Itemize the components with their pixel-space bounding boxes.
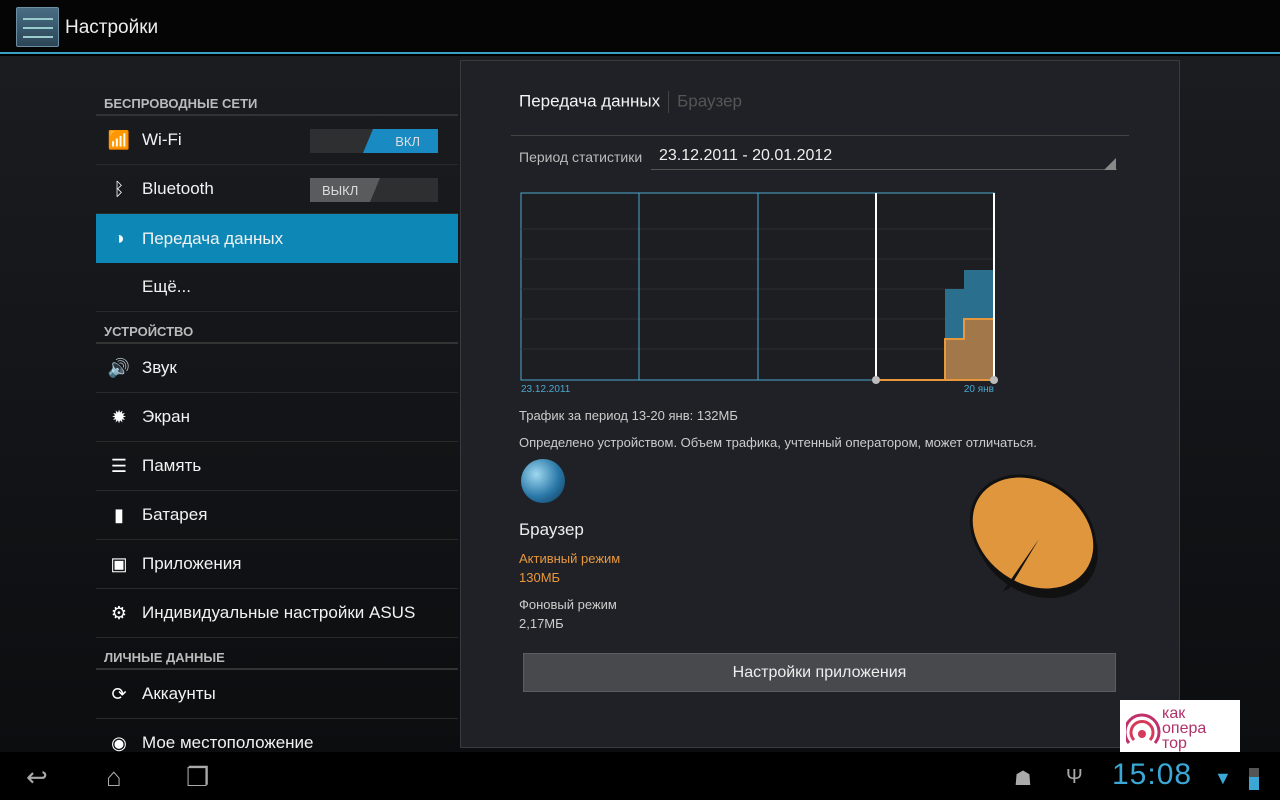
section-device: УСТРОЙСТВО [96, 312, 458, 344]
end-handle-knob [990, 376, 998, 384]
usage-note: Определено устройством. Объем трафика, у… [519, 435, 1037, 450]
clock[interactable]: 15:08 [1112, 758, 1192, 792]
watermark-logo: как опера тор [1120, 700, 1240, 760]
section-personal: ЛИЧНЫЕ ДАННЫЕ [96, 638, 458, 670]
period-select[interactable]: 23.12.2011 - 20.01.2012 [659, 147, 832, 165]
traffic-summary: Трафик за период 13-20 янв: 132МБ [519, 408, 738, 423]
section-wireless: БЕСПРОВОДНЫЕ СЕТИ [96, 84, 458, 116]
speaker-icon: 🔊 [107, 357, 131, 378]
sidebar-item-storage[interactable]: ☰ Память [96, 442, 458, 491]
storage-icon: ☰ [110, 455, 128, 476]
brightness-icon: ✹ [111, 406, 127, 427]
sidebar-item-wifi[interactable]: 📶 Wi-Fi ВКЛ [96, 116, 458, 165]
label: Индивидуальные настройки ASUS [142, 603, 416, 622]
foreground-value: 130МБ [519, 570, 561, 585]
app-settings-button[interactable]: Настройки приложения [523, 653, 1116, 692]
label: Приложения [142, 554, 242, 573]
sidebar-item-apps[interactable]: ▣ Приложения [96, 540, 458, 589]
label: Батарея [142, 505, 208, 524]
background-value: 2,17МБ [519, 616, 564, 631]
battery-icon: ▮ [114, 504, 124, 525]
tab-data-usage[interactable]: Передача данных [519, 91, 660, 110]
android-debug-icon[interactable]: ☗ [1014, 766, 1032, 791]
settings-sliders-icon[interactable] [16, 7, 59, 47]
foreground-label: Активный режим [519, 551, 621, 566]
wifi-icon: 📶 [107, 129, 131, 150]
label: Экран [142, 407, 190, 426]
label: Память [142, 456, 202, 475]
data-usage-panel: Передача данных Браузер Период статистики… [460, 60, 1180, 748]
chart-end-label: 20 янв [964, 384, 994, 395]
label: Аккаунты [142, 684, 216, 703]
recent-apps-icon[interactable]: ❐ [186, 762, 209, 793]
background-label: Фоновый режим [519, 597, 617, 612]
label: Bluetooth [142, 179, 214, 198]
label: Передача данных [142, 228, 284, 248]
app-title: Настройки [65, 17, 159, 38]
bluetooth-icon: ᛒ [113, 178, 125, 199]
sidebar-item-battery[interactable]: ▮ Батарея [96, 491, 458, 540]
sidebar-item-more[interactable]: Ещё... [96, 263, 458, 312]
sidebar-item-asus[interactable]: ⚙ Индивидуальные настройки ASUS [96, 589, 458, 638]
wifi-toggle[interactable]: ВКЛ [310, 129, 438, 153]
bluetooth-toggle[interactable]: ВЫКЛ [310, 178, 438, 202]
usage-pie-chart [969, 474, 1098, 598]
toggle-label: ВКЛ [363, 129, 438, 153]
action-bar: Настройки [0, 0, 1280, 54]
toggle-label: ВЫКЛ [310, 178, 380, 202]
chart-start-label: 23.12.2011 [521, 384, 571, 395]
tab-browser[interactable]: Браузер [677, 91, 742, 110]
battery-status-icon [1249, 768, 1259, 790]
period-label: Период статистики [519, 149, 643, 165]
data-usage-icon: ◑ [113, 228, 125, 248]
app-name: Браузер [519, 520, 584, 539]
sidebar-item-data-usage[interactable]: ◑ Передача данных [96, 214, 458, 263]
sync-icon: ⟳ [111, 683, 127, 704]
dropdown-arrow-icon[interactable] [1104, 158, 1116, 170]
location-icon: ◉ [111, 732, 127, 753]
label: Wi-Fi [142, 130, 182, 149]
gear-icon: ⚙ [110, 602, 128, 623]
start-handle-knob [872, 376, 880, 384]
back-icon[interactable]: ↩ [26, 762, 48, 793]
system-nav-bar: ↩ ⌂ ❐ ☗ Ψ 15:08 ▼ [0, 752, 1280, 800]
sidebar-item-sound[interactable]: 🔊 Звук [96, 344, 458, 393]
usb-icon[interactable]: Ψ [1066, 766, 1083, 789]
breadcrumb: Передача данных Браузер [519, 91, 742, 113]
apps-icon: ▣ [110, 553, 128, 574]
settings-sidebar: БЕСПРОВОДНЫЕ СЕТИ 📶 Wi-Fi ВКЛ ᛒ Bluetooth … [96, 84, 458, 768]
browser-globe-icon [521, 459, 565, 503]
label: Ещё... [142, 277, 191, 296]
wifi-signal-icon: ▼ [1214, 768, 1232, 788]
sidebar-item-display[interactable]: ✹ Экран [96, 393, 458, 442]
usage-chart[interactable]: 23.12.2011 20 янв [517, 189, 1077, 399]
label: Мое местоположение [142, 733, 314, 752]
broadcast-icon [1126, 713, 1161, 744]
sidebar-item-bluetooth[interactable]: ᛒ Bluetooth ВЫКЛ [96, 165, 458, 214]
sidebar-item-accounts[interactable]: ⟳ Аккаунты [96, 670, 458, 719]
label: Звук [142, 358, 177, 377]
home-icon[interactable]: ⌂ [106, 762, 122, 793]
